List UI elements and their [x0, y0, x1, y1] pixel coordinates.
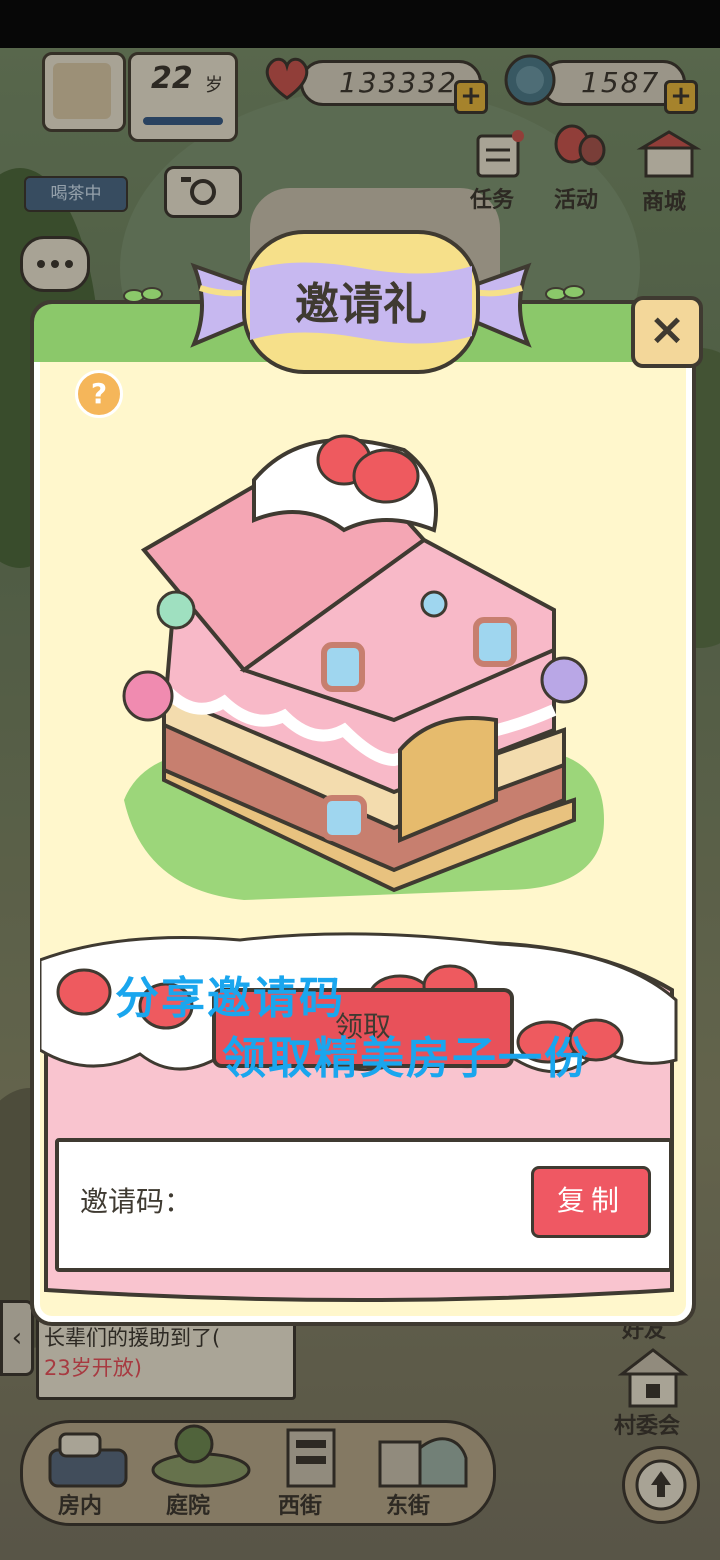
share-invite-text: 分享邀请码 [115, 973, 345, 1024]
invite-code-label: 邀请码： [80, 1185, 193, 1218]
sprout-icon [118, 282, 168, 312]
help-button[interactable]: ? [75, 370, 123, 418]
dialog-title: 邀请礼 [295, 279, 427, 330]
candy-house-illustration [104, 420, 624, 920]
copy-button[interactable]: 复制 [531, 1166, 651, 1238]
close-icon: × [648, 304, 686, 355]
invite-code-field[interactable] [210, 1172, 514, 1224]
question-icon: ? [90, 377, 108, 410]
receive-house-text: 领取精美房子一份 [222, 1033, 590, 1084]
sprout-icon [540, 280, 590, 310]
close-button[interactable]: × [631, 296, 703, 368]
